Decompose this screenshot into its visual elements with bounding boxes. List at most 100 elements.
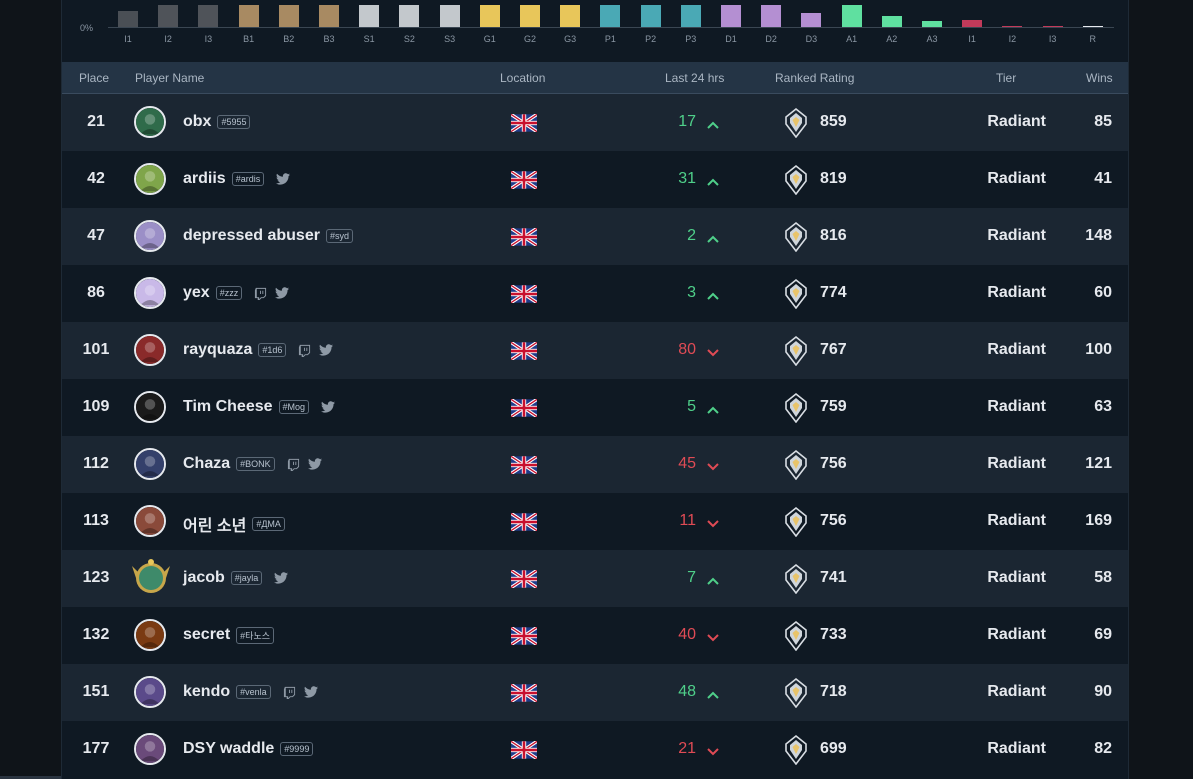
player-name-cell[interactable]: jacob #jayla [183,569,289,587]
twitch-icon[interactable] [254,287,267,300]
last-24-hrs-value: 17 [678,113,696,130]
header-last-24-hrs[interactable]: Last 24 hrs [665,71,724,85]
avatar[interactable] [134,448,166,480]
table-row[interactable]: 132 secret #타노스 40 733 Radiant 69 [62,607,1128,664]
twitter-icon[interactable] [274,572,289,584]
chart-bar-a2[interactable] [881,16,902,27]
avatar[interactable] [134,334,166,366]
chart-tick-label: I2 [164,34,172,44]
last-24-hrs-value: 2 [687,227,696,244]
player-name[interactable]: obx [183,113,211,131]
player-name-cell[interactable]: DSY waddle #9999 [183,740,314,758]
twitter-icon[interactable] [275,287,290,299]
chart-bar-i3[interactable] [198,5,219,27]
table-row[interactable]: 112 Chaza #BONK 45 756 Radiant 121 [62,436,1128,493]
table-row[interactable]: 151 kendo #venla 48 718 Radiant 90 [62,664,1128,721]
table-row[interactable]: 109 Tim Cheese #Mog 5 759 Radiant 63 [62,379,1128,436]
chart-bar-i1[interactable] [118,11,138,27]
tier-value: Radiant [987,398,1046,415]
chart-tick-label: S1 [363,34,375,44]
twitter-icon[interactable] [321,401,336,413]
table-row[interactable]: 86 yex #zzz 3 774 Radiant 60 [62,265,1128,322]
chart-bar-b2[interactable] [278,5,299,27]
table-row[interactable]: 177 DSY waddle #9999 21 699 Radiant 82 [62,721,1128,778]
chart-bar-p2[interactable] [640,5,661,27]
avatar[interactable] [134,220,166,252]
player-name-cell[interactable]: depressed abuser #syd [183,227,353,245]
player-name[interactable]: rayquaza [183,341,252,359]
table-row[interactable]: 21 obx #5955 17 859 Radiant 85 [62,94,1128,151]
avatar[interactable] [134,277,166,309]
chart-bar-s3[interactable] [439,5,460,27]
avatar[interactable] [134,163,166,195]
player-name[interactable]: Chaza [183,455,230,473]
chart-tick-label: A2 [886,34,898,44]
header-place[interactable]: Place [79,71,109,85]
last-24-hrs-value: 5 [687,398,696,415]
player-name-cell[interactable]: Tim Cheese #Mog [183,398,336,416]
chart-bar-i3[interactable] [1042,26,1063,27]
twitter-icon[interactable] [303,686,318,698]
twitter-icon[interactable] [276,173,291,185]
chart-bar-a1[interactable] [841,5,862,27]
chart-bar-g2[interactable] [520,5,540,27]
player-name[interactable]: yex [183,284,210,302]
player-name-cell[interactable]: secret #타노스 [183,626,275,644]
chart-bar-p1[interactable] [600,5,621,27]
twitch-icon[interactable] [287,458,300,471]
table-row[interactable]: 123 jacob #jayla 7 741 Radiant 58 [62,550,1128,607]
chart-bar-r[interactable] [1082,26,1103,27]
table-row[interactable]: 42 ardiis #ardis 31 819 Radiant 41 [62,151,1128,208]
player-name-cell[interactable]: rayquaza #1d6 [183,341,334,359]
player-name-cell[interactable]: yex #zzz [183,284,290,302]
player-name[interactable]: DSY waddle [183,740,274,758]
header-tier[interactable]: Tier [996,71,1016,85]
chart-bar-i1[interactable] [962,20,983,27]
chart-bar-i2[interactable] [158,5,179,27]
table-row[interactable]: 101 rayquaza #1d6 80 767 Radiant 100 [62,322,1128,379]
chart-bar-b3[interactable] [319,5,339,27]
player-name[interactable]: depressed abuser [183,227,320,245]
player-name-cell[interactable]: kendo #venla [183,683,318,701]
twitch-icon[interactable] [298,344,311,357]
twitter-icon[interactable] [319,344,334,356]
player-name[interactable]: ardiis [183,170,226,188]
player-name-cell[interactable]: ardiis #ardis [183,170,291,188]
tier-value: Radiant [987,227,1046,244]
chart-bar-s1[interactable] [359,5,380,27]
player-name[interactable]: Tim Cheese [183,398,273,416]
chart-bar-p3[interactable] [680,5,701,27]
player-name-cell[interactable]: 어린 소년 #ДМА [183,512,285,536]
chart-bar-g1[interactable] [479,5,500,27]
avatar[interactable] [134,733,166,765]
chart-bar-s2[interactable] [399,5,420,27]
table-row[interactable]: 47 depressed abuser #syd 2 816 Radiant 148 [62,208,1128,265]
table-row[interactable]: 113 어린 소년 #ДМА 11 756 Radiant 169 [62,493,1128,550]
avatar[interactable] [134,676,166,708]
chart-bar-b1[interactable] [238,5,259,27]
player-name[interactable]: jacob [183,569,225,587]
avatar[interactable] [134,106,166,138]
player-name-cell[interactable]: Chaza #BONK [183,455,322,473]
chart-bar-i2[interactable] [1002,26,1023,27]
chart-bar-g3[interactable] [560,5,581,27]
chart-bar-d3[interactable] [801,13,822,27]
player-name[interactable]: secret [183,626,230,644]
chart-bar-d2[interactable] [761,5,782,27]
twitter-icon[interactable] [307,458,322,470]
chart-bar-d1[interactable] [721,5,741,27]
header-player-name[interactable]: Player Name [135,71,204,85]
header-location[interactable]: Location [500,71,545,85]
header-ranked-rating[interactable]: Ranked Rating [775,71,854,85]
chart-bar-a3[interactable] [922,21,942,27]
avatar[interactable] [130,556,172,600]
player-name[interactable]: kendo [183,683,230,701]
player-name-cell[interactable]: obx #5955 [183,113,251,131]
header-wins[interactable]: Wins [1086,71,1113,85]
avatar[interactable] [134,619,166,651]
chart-tick-label: S3 [444,34,456,44]
player-name[interactable]: 어린 소년 [183,512,246,536]
avatar[interactable] [134,391,166,423]
twitch-icon[interactable] [283,686,296,699]
avatar[interactable] [134,505,166,537]
